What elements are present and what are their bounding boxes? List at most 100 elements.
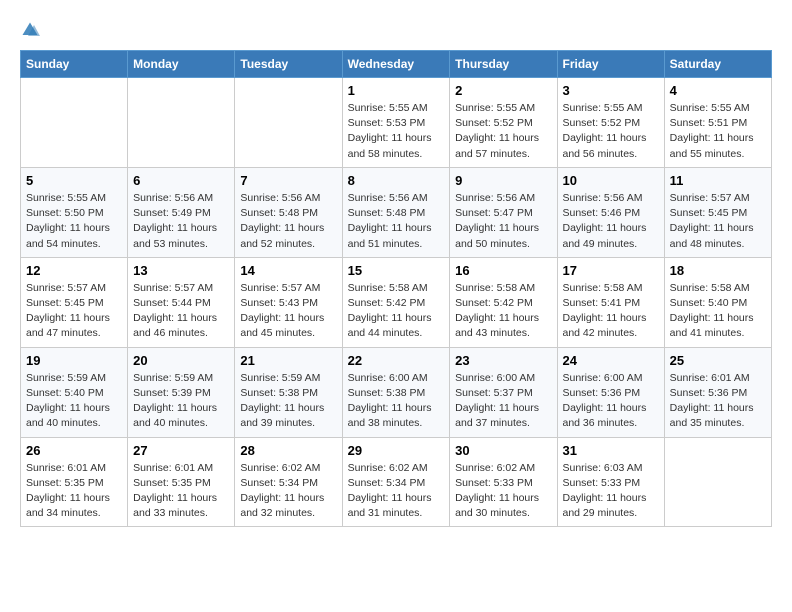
day-number: 29 xyxy=(348,443,445,458)
day-info: Sunrise: 5:56 AM Sunset: 5:47 PM Dayligh… xyxy=(455,191,551,252)
calendar-day-cell: 3 Sunrise: 5:55 AM Sunset: 5:52 PM Daylig… xyxy=(557,78,664,168)
day-number: 12 xyxy=(26,263,122,278)
calendar-week-row: 1 Sunrise: 5:55 AM Sunset: 5:53 PM Daylig… xyxy=(21,78,772,168)
day-info: Sunrise: 5:58 AM Sunset: 5:42 PM Dayligh… xyxy=(348,281,445,342)
calendar-day-cell: 2 Sunrise: 5:55 AM Sunset: 5:52 PM Daylig… xyxy=(450,78,557,168)
calendar-week-row: 26 Sunrise: 6:01 AM Sunset: 5:35 PM Dayli… xyxy=(21,437,772,527)
day-info: Sunrise: 5:56 AM Sunset: 5:49 PM Dayligh… xyxy=(133,191,229,252)
day-info: Sunrise: 5:55 AM Sunset: 5:52 PM Dayligh… xyxy=(563,101,659,162)
day-number: 20 xyxy=(133,353,229,368)
weekday-header-cell: Saturday xyxy=(664,51,771,78)
day-info: Sunrise: 5:55 AM Sunset: 5:50 PM Dayligh… xyxy=(26,191,122,252)
day-info: Sunrise: 5:58 AM Sunset: 5:42 PM Dayligh… xyxy=(455,281,551,342)
day-info: Sunrise: 6:00 AM Sunset: 5:36 PM Dayligh… xyxy=(563,371,659,432)
day-info: Sunrise: 5:57 AM Sunset: 5:43 PM Dayligh… xyxy=(240,281,336,342)
day-number: 5 xyxy=(26,173,122,188)
calendar-day-cell: 12 Sunrise: 5:57 AM Sunset: 5:45 PM Dayli… xyxy=(21,257,128,347)
calendar-day-cell xyxy=(235,78,342,168)
weekday-header-cell: Monday xyxy=(128,51,235,78)
day-number: 17 xyxy=(563,263,659,278)
calendar-day-cell: 22Sunrise: 6:00 AM Sunset: 5:38 PM Dayli… xyxy=(342,347,450,437)
day-number: 3 xyxy=(563,83,659,98)
day-info: Sunrise: 6:02 AM Sunset: 5:34 PM Dayligh… xyxy=(240,461,336,522)
calendar-day-cell: 9 Sunrise: 5:56 AM Sunset: 5:47 PM Daylig… xyxy=(450,167,557,257)
weekday-header-cell: Wednesday xyxy=(342,51,450,78)
day-info: Sunrise: 5:57 AM Sunset: 5:45 PM Dayligh… xyxy=(26,281,122,342)
day-number: 27 xyxy=(133,443,229,458)
day-info: Sunrise: 6:00 AM Sunset: 5:37 PM Dayligh… xyxy=(455,371,551,432)
day-info: Sunrise: 5:56 AM Sunset: 5:46 PM Dayligh… xyxy=(563,191,659,252)
day-number: 9 xyxy=(455,173,551,188)
calendar-day-cell xyxy=(664,437,771,527)
day-number: 19 xyxy=(26,353,122,368)
day-number: 4 xyxy=(670,83,766,98)
day-info: Sunrise: 5:55 AM Sunset: 5:53 PM Dayligh… xyxy=(348,101,445,162)
weekday-header-cell: Tuesday xyxy=(235,51,342,78)
calendar-day-cell: 21 Sunrise: 5:59 AM Sunset: 5:38 PM Dayli… xyxy=(235,347,342,437)
day-info: Sunrise: 6:02 AM Sunset: 5:34 PM Dayligh… xyxy=(348,461,445,522)
day-info: Sunrise: 5:59 AM Sunset: 5:38 PM Dayligh… xyxy=(240,371,336,432)
day-number: 21 xyxy=(240,353,336,368)
calendar-day-cell: 4 Sunrise: 5:55 AM Sunset: 5:51 PM Daylig… xyxy=(664,78,771,168)
weekday-header-cell: Friday xyxy=(557,51,664,78)
calendar-day-cell: 31 Sunrise: 6:03 AM Sunset: 5:33 PM Dayli… xyxy=(557,437,664,527)
day-number: 10 xyxy=(563,173,659,188)
day-number: 26 xyxy=(26,443,122,458)
calendar-day-cell xyxy=(128,78,235,168)
day-number: 14 xyxy=(240,263,336,278)
day-number: 13 xyxy=(133,263,229,278)
calendar-day-cell: 25Sunrise: 6:01 AM Sunset: 5:36 PM Dayli… xyxy=(664,347,771,437)
day-info: Sunrise: 6:01 AM Sunset: 5:36 PM Dayligh… xyxy=(670,371,766,432)
calendar-day-cell: 29 Sunrise: 6:02 AM Sunset: 5:34 PM Dayli… xyxy=(342,437,450,527)
calendar-day-cell: 28Sunrise: 6:02 AM Sunset: 5:34 PM Dayli… xyxy=(235,437,342,527)
day-number: 30 xyxy=(455,443,551,458)
logo xyxy=(20,20,44,40)
calendar-day-cell: 1 Sunrise: 5:55 AM Sunset: 5:53 PM Daylig… xyxy=(342,78,450,168)
calendar-day-cell: 17 Sunrise: 5:58 AM Sunset: 5:41 PM Dayli… xyxy=(557,257,664,347)
calendar-day-cell: 15 Sunrise: 5:58 AM Sunset: 5:42 PM Dayli… xyxy=(342,257,450,347)
calendar-day-cell: 18 Sunrise: 5:58 AM Sunset: 5:40 PM Dayli… xyxy=(664,257,771,347)
calendar-week-row: 5 Sunrise: 5:55 AM Sunset: 5:50 PM Daylig… xyxy=(21,167,772,257)
calendar-day-cell: 11 Sunrise: 5:57 AM Sunset: 5:45 PM Dayli… xyxy=(664,167,771,257)
day-number: 7 xyxy=(240,173,336,188)
day-number: 31 xyxy=(563,443,659,458)
day-number: 6 xyxy=(133,173,229,188)
calendar-day-cell: 20 Sunrise: 5:59 AM Sunset: 5:39 PM Dayli… xyxy=(128,347,235,437)
calendar-week-row: 12 Sunrise: 5:57 AM Sunset: 5:45 PM Dayli… xyxy=(21,257,772,347)
day-info: Sunrise: 5:55 AM Sunset: 5:52 PM Dayligh… xyxy=(455,101,551,162)
calendar-day-cell: 5 Sunrise: 5:55 AM Sunset: 5:50 PM Daylig… xyxy=(21,167,128,257)
day-info: Sunrise: 6:02 AM Sunset: 5:33 PM Dayligh… xyxy=(455,461,551,522)
weekday-header-cell: Sunday xyxy=(21,51,128,78)
calendar-day-cell: 16Sunrise: 5:58 AM Sunset: 5:42 PM Dayli… xyxy=(450,257,557,347)
calendar-day-cell: 19 Sunrise: 5:59 AM Sunset: 5:40 PM Dayli… xyxy=(21,347,128,437)
day-number: 15 xyxy=(348,263,445,278)
day-info: Sunrise: 6:03 AM Sunset: 5:33 PM Dayligh… xyxy=(563,461,659,522)
calendar-day-cell: 14 Sunrise: 5:57 AM Sunset: 5:43 PM Dayli… xyxy=(235,257,342,347)
calendar-day-cell: 10 Sunrise: 5:56 AM Sunset: 5:46 PM Dayli… xyxy=(557,167,664,257)
day-number: 23 xyxy=(455,353,551,368)
calendar-table: SundayMondayTuesdayWednesdayThursdayFrid… xyxy=(20,50,772,527)
page-header xyxy=(20,20,772,40)
day-info: Sunrise: 5:55 AM Sunset: 5:51 PM Dayligh… xyxy=(670,101,766,162)
day-info: Sunrise: 5:59 AM Sunset: 5:39 PM Dayligh… xyxy=(133,371,229,432)
day-info: Sunrise: 5:59 AM Sunset: 5:40 PM Dayligh… xyxy=(26,371,122,432)
calendar-day-cell: 26 Sunrise: 6:01 AM Sunset: 5:35 PM Dayli… xyxy=(21,437,128,527)
logo-icon xyxy=(20,20,40,40)
day-info: Sunrise: 5:58 AM Sunset: 5:40 PM Dayligh… xyxy=(670,281,766,342)
calendar-day-cell: 23 Sunrise: 6:00 AM Sunset: 5:37 PM Dayli… xyxy=(450,347,557,437)
weekday-header-row: SundayMondayTuesdayWednesdayThursdayFrid… xyxy=(21,51,772,78)
day-number: 11 xyxy=(670,173,766,188)
calendar-day-cell: 24Sunrise: 6:00 AM Sunset: 5:36 PM Dayli… xyxy=(557,347,664,437)
day-info: Sunrise: 5:57 AM Sunset: 5:45 PM Dayligh… xyxy=(670,191,766,252)
day-info: Sunrise: 5:56 AM Sunset: 5:48 PM Dayligh… xyxy=(348,191,445,252)
calendar-day-cell: 6 Sunrise: 5:56 AM Sunset: 5:49 PM Daylig… xyxy=(128,167,235,257)
day-number: 18 xyxy=(670,263,766,278)
day-info: Sunrise: 5:58 AM Sunset: 5:41 PM Dayligh… xyxy=(563,281,659,342)
day-info: Sunrise: 6:00 AM Sunset: 5:38 PM Dayligh… xyxy=(348,371,445,432)
calendar-week-row: 19 Sunrise: 5:59 AM Sunset: 5:40 PM Dayli… xyxy=(21,347,772,437)
calendar-day-cell xyxy=(21,78,128,168)
day-number: 2 xyxy=(455,83,551,98)
calendar-day-cell: 8Sunrise: 5:56 AM Sunset: 5:48 PM Daylig… xyxy=(342,167,450,257)
day-number: 1 xyxy=(348,83,445,98)
day-info: Sunrise: 6:01 AM Sunset: 5:35 PM Dayligh… xyxy=(26,461,122,522)
